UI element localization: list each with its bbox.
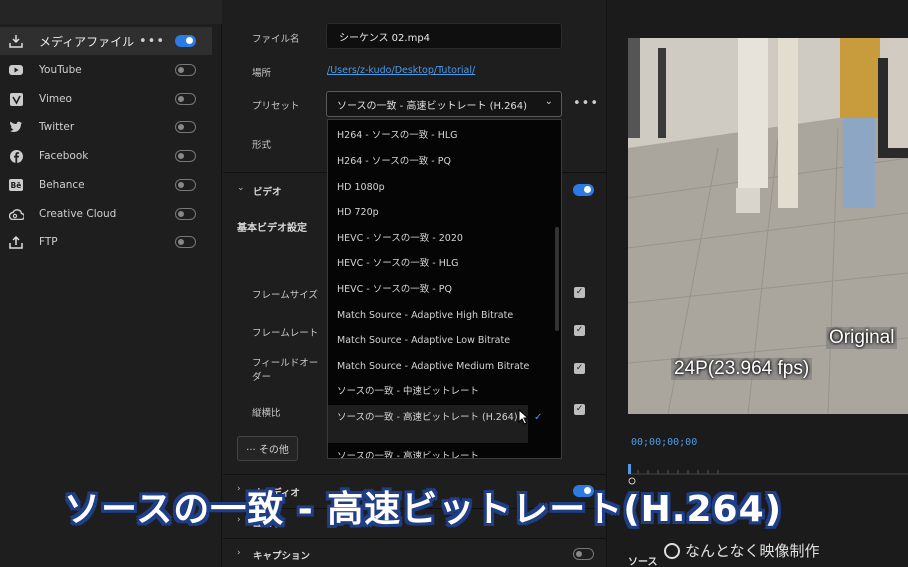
destination-ftp[interactable]: FTP xyxy=(0,228,212,256)
preset-option[interactable]: ソースの一致 - 高速ビットレート xyxy=(328,451,552,458)
preset-option[interactable]: Match Source - Adaptive High Bitrate xyxy=(328,310,552,322)
preset-dropdown-list: H264 - ソースの一致 - HLG H264 - ソースの一致 - PQ H… xyxy=(327,119,562,459)
destination-twitter[interactable]: Twitter xyxy=(0,113,212,141)
destination-behance[interactable]: Bē Behance xyxy=(0,171,212,199)
destination-facebook[interactable]: Facebook xyxy=(0,142,212,170)
creative-cloud-icon xyxy=(8,206,24,222)
video-toggle[interactable] xyxy=(573,184,594,196)
chevron-right-icon[interactable]: › xyxy=(237,548,241,558)
field-order-checkbox[interactable]: ✓ xyxy=(574,363,585,374)
chevron-down-icon[interactable]: ⌄ xyxy=(237,183,245,193)
preset-selected-value: ソースの一致 - 高速ビットレート (H.264) xyxy=(337,100,528,112)
preset-option[interactable]: Match Source - Adaptive Low Bitrate xyxy=(328,335,552,347)
format-label: 形式 xyxy=(252,140,272,151)
basic-video-settings-title: 基本ビデオ設定 xyxy=(237,223,307,234)
preset-label: プリセット xyxy=(252,101,300,112)
frame-rate-checkbox[interactable]: ✓ xyxy=(574,325,585,336)
preset-option[interactable]: H264 - ソースの一致 - PQ xyxy=(328,156,552,168)
destination-label: メディアファイル xyxy=(39,34,135,49)
preset-option-selected[interactable]: ソースの一致 - 高速ビットレート (H.264) xyxy=(328,405,528,443)
vimeo-toggle[interactable] xyxy=(175,93,196,105)
video-preview: Original 24P(23.964 fps) xyxy=(628,38,908,414)
preset-select[interactable]: ソースの一致 - 高速ビットレート (H.264) ⌄ xyxy=(326,91,562,117)
timecode: 00;00;00;00 xyxy=(631,437,698,448)
more-settings-button[interactable]: ··· その他 xyxy=(237,436,298,461)
source-label: ソース xyxy=(628,557,658,567)
chevron-down-icon: ⌄ xyxy=(544,96,553,107)
media-file-toggle[interactable] xyxy=(175,35,196,47)
destination-creative-cloud[interactable]: Creative Cloud xyxy=(0,200,212,228)
upload-icon xyxy=(8,234,24,250)
twitter-toggle[interactable] xyxy=(175,121,196,133)
divider xyxy=(223,474,607,475)
facebook-toggle[interactable] xyxy=(175,150,196,162)
behance-icon: Bē xyxy=(8,177,24,193)
more-options-icon[interactable]: ••• xyxy=(139,34,165,49)
filename-label: ファイル名 xyxy=(252,34,300,45)
caption-section-title[interactable]: キャプション xyxy=(253,548,310,562)
dropdown-scrollbar[interactable] xyxy=(555,227,559,331)
location-link[interactable]: /Users/z-kudo/Desktop/Tutorial/ xyxy=(327,65,475,76)
preset-option[interactable]: HEVC - ソースの一致 - HLG xyxy=(328,258,552,270)
preset-option[interactable]: HD 1080p xyxy=(328,182,552,194)
watermark-logo-icon xyxy=(664,542,680,559)
preset-option[interactable]: Match Source - Adaptive Medium Bitrate xyxy=(328,361,552,373)
frame-size-label: フレームサイズ xyxy=(252,290,318,301)
original-label: Original xyxy=(826,327,898,349)
location-label: 場所 xyxy=(252,68,272,79)
field-order-label: フィールドオーダー xyxy=(252,358,319,383)
vimeo-icon xyxy=(8,91,24,107)
aspect-checkbox[interactable]: ✓ xyxy=(574,404,585,415)
preset-option[interactable]: HEVC - ソースの一致 - 2020 xyxy=(328,233,552,245)
destination-media-file[interactable]: メディアファイル ••• xyxy=(0,27,212,55)
filename-input[interactable]: シーケンス 02.mp4 xyxy=(326,23,562,49)
preset-option[interactable]: HEVC - ソースの一致 - PQ xyxy=(328,284,552,296)
panel-header xyxy=(0,0,222,24)
preset-option[interactable]: ソースの一致 - 中速ビットレート xyxy=(328,386,552,398)
facebook-icon xyxy=(8,148,24,164)
creative-cloud-toggle[interactable] xyxy=(175,208,196,220)
video-section-title[interactable]: ビデオ xyxy=(253,184,282,198)
caption-toggle[interactable] xyxy=(573,548,594,560)
divider xyxy=(223,538,607,539)
ftp-toggle[interactable] xyxy=(175,236,196,248)
frame-rate-label: フレームレート xyxy=(252,328,319,339)
preset-option[interactable]: H264 - ソースの一致 - HLG xyxy=(328,130,552,142)
youtube-icon xyxy=(8,62,24,78)
checkmark-icon: ✓ xyxy=(534,412,543,423)
fps-label: 24P(23.964 fps) xyxy=(671,358,813,380)
watermark: なんとなく映像制作 xyxy=(664,540,820,561)
aspect-label: 縦横比 xyxy=(252,408,281,419)
preset-more-icon[interactable]: ••• xyxy=(573,96,599,111)
youtube-toggle[interactable] xyxy=(175,64,196,76)
frame-size-checkbox[interactable]: ✓ xyxy=(574,287,585,298)
video-caption-overlay: ソースの一致 - 高速ビットレート(H.264) xyxy=(64,489,783,530)
destination-vimeo[interactable]: Vimeo xyxy=(0,85,212,113)
twitter-icon xyxy=(8,119,24,135)
destination-youtube[interactable]: YouTube xyxy=(0,56,212,84)
behance-toggle[interactable] xyxy=(175,179,196,191)
svg-text:Bē: Bē xyxy=(11,181,22,190)
preset-option[interactable]: HD 720p xyxy=(328,207,552,219)
watermark-text: なんとなく映像制作 xyxy=(685,542,820,560)
mouse-cursor-icon xyxy=(518,409,530,425)
download-icon xyxy=(8,33,24,49)
